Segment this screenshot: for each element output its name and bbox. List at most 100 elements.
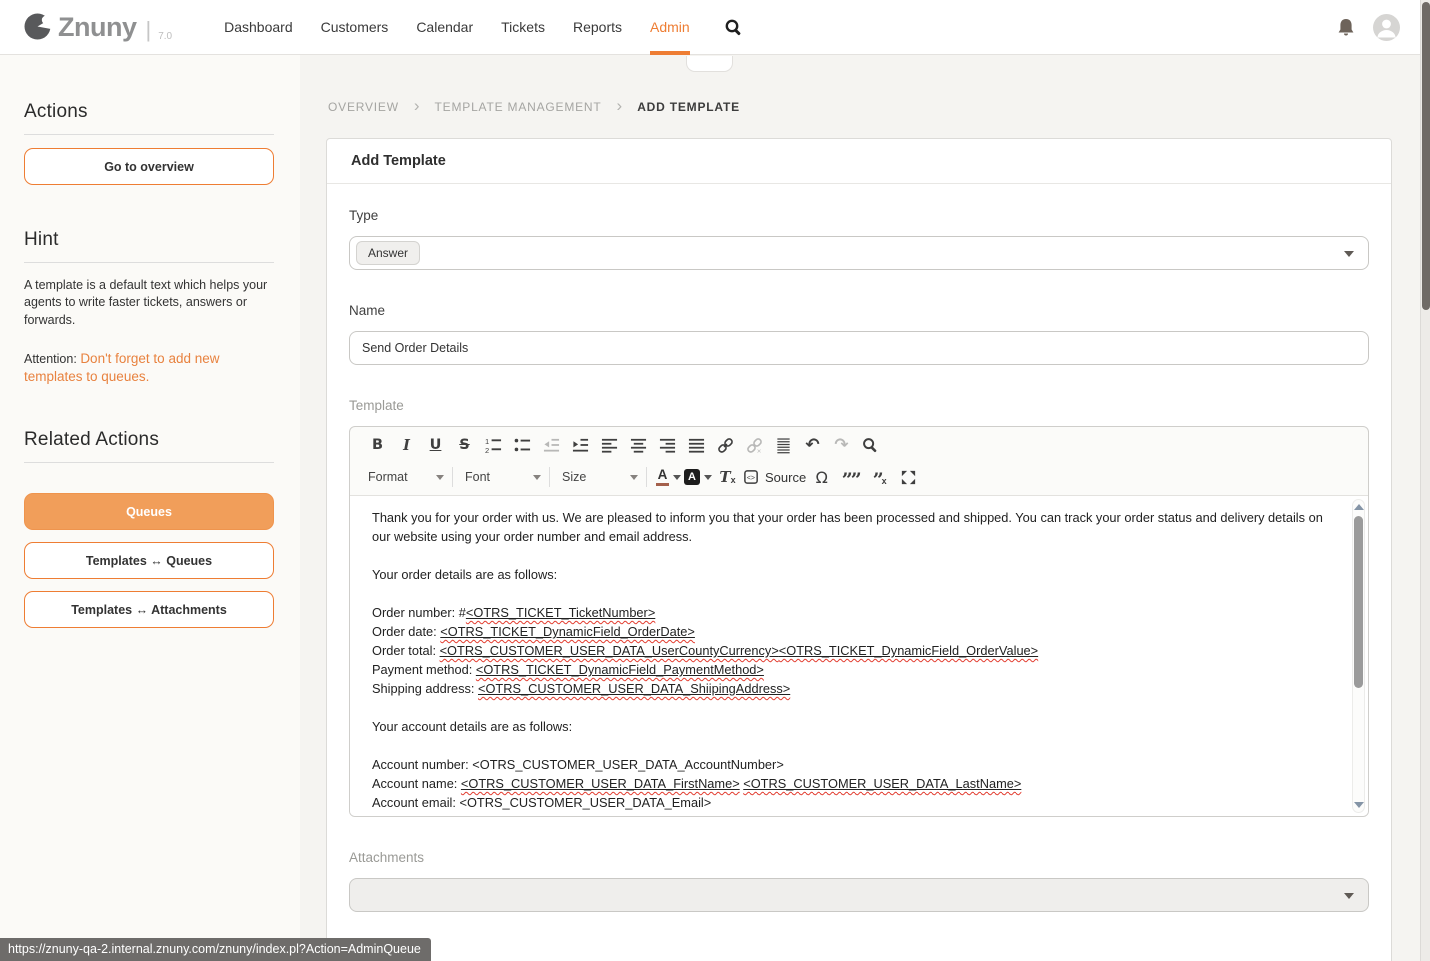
go-to-overview-button[interactable]: Go to overview: [24, 148, 274, 185]
underline-button[interactable]: U: [422, 432, 449, 458]
actions-title: Actions: [24, 101, 274, 123]
divider: [24, 262, 274, 263]
nav-item-calendar[interactable]: Calendar: [416, 0, 473, 55]
unlink-button: ×: [741, 432, 768, 458]
app-logo[interactable]: Znuny | 7.0: [24, 13, 172, 41]
queues-button[interactable]: Queues: [24, 493, 274, 530]
unlink-icon: ×: [746, 437, 763, 454]
otrs-tag: <OTRS_CUSTOMER_USER_DATA_FirstName>: [461, 776, 740, 791]
numbered-list-icon: 12: [485, 437, 502, 454]
background-color-button[interactable]: A: [684, 464, 712, 490]
svg-text:2: 2: [485, 446, 489, 454]
indent-button[interactable]: [567, 432, 594, 458]
templates-attachments-button[interactable]: Templates ↔ Attachments: [24, 591, 274, 628]
find-button[interactable]: [857, 432, 884, 458]
italic-button[interactable]: I: [393, 432, 420, 458]
find-icon: [862, 437, 879, 454]
breadcrumb-separator-icon: ›: [617, 97, 623, 114]
editor-text: Thank you for your order with us. We are…: [350, 496, 1368, 816]
font-dropdown[interactable]: Font: [461, 464, 547, 490]
undo-button[interactable]: ↶: [799, 432, 826, 458]
source-button[interactable]: <>Source: [743, 464, 806, 490]
link-button[interactable]: [712, 432, 739, 458]
nav-item-admin[interactable]: Admin: [650, 0, 690, 55]
status-url-tooltip: https://znuny-qa-2.internal.znuny.com/zn…: [0, 938, 431, 961]
align-justify-button[interactable]: [683, 432, 710, 458]
notifications-button[interactable]: [1336, 17, 1356, 38]
nav-item-tickets[interactable]: Tickets: [501, 0, 545, 55]
size-dropdown[interactable]: Size: [558, 464, 644, 490]
card-body: Type Answer Name Template BIUS12×↶↷ Form…: [327, 184, 1391, 961]
maximize-button[interactable]: [895, 464, 922, 490]
format-dropdown-label: Format: [368, 470, 408, 484]
breadcrumb-separator-icon: ›: [414, 97, 420, 114]
svg-text:<>: <>: [747, 474, 755, 482]
align-justify-icon: [688, 437, 705, 454]
align-center-icon: [630, 437, 647, 454]
editor-toolbar-row-2: FormatFontSizeAATx<>SourceΩ”””x: [350, 461, 1368, 495]
bold-button[interactable]: B: [364, 432, 391, 458]
attachments-select[interactable]: [349, 878, 1369, 912]
search-button[interactable]: [724, 18, 743, 37]
otrs-tag: <OTRS_CUSTOMER_USER_DATA_LastName>: [743, 776, 1021, 791]
remove-quote-button[interactable]: ”x: [866, 464, 893, 490]
breadcrumb-item-template-management[interactable]: TEMPLATE MANAGEMENT: [435, 100, 602, 114]
editor-scrollbar-thumb[interactable]: [1354, 516, 1363, 688]
otrs-tag: <OTRS_TICKET_DynamicField_PaymentMethod>: [476, 662, 764, 677]
otrs-tag: <OTRS_TICKET_DynamicField_OrderValue>: [779, 643, 1038, 658]
scroll-up-icon[interactable]: [1354, 504, 1364, 510]
type-select[interactable]: Answer: [349, 236, 1369, 270]
toolbar-separator: [549, 467, 550, 487]
align-center-button[interactable]: [625, 432, 652, 458]
templates-queues-button[interactable]: Templates ↔ Queues: [24, 542, 274, 579]
insert-quote-button[interactable]: ””: [837, 464, 864, 490]
chevron-down-icon: [1344, 251, 1354, 257]
numbered-list-button[interactable]: 12: [480, 432, 507, 458]
align-right-icon: [659, 437, 676, 454]
top-nav: Znuny | 7.0 Dashboard Customers Calendar Ti…: [0, 0, 1430, 55]
hint-text: A template is a default text which helps…: [24, 277, 274, 329]
align-left-button[interactable]: [596, 432, 623, 458]
nav-item-dashboard[interactable]: Dashboard: [224, 0, 293, 55]
page-scrollbar-thumb[interactable]: [1422, 2, 1430, 310]
outdent-icon: [543, 437, 560, 454]
brand-version: 7.0: [158, 32, 172, 42]
remove-format-button[interactable]: Tx: [714, 464, 741, 490]
chevron-down-icon: [533, 475, 541, 480]
scroll-down-icon[interactable]: [1354, 802, 1364, 808]
special-character-button[interactable]: Ω: [808, 464, 835, 490]
bulleted-list-button[interactable]: [509, 432, 536, 458]
breadcrumb-item-add-template: ADD TEMPLATE: [637, 100, 740, 114]
editor-content-area[interactable]: Thank you for your order with us. We are…: [350, 495, 1368, 816]
strikethrough-button[interactable]: S: [451, 432, 478, 458]
horizontal-rule-icon: [775, 437, 792, 454]
remove-quote-icon: ”: [873, 469, 882, 491]
avatar-icon: [1373, 14, 1400, 41]
chevron-down-icon: [436, 475, 444, 480]
editor-scrollbar[interactable]: [1352, 499, 1365, 813]
divider: [24, 134, 274, 135]
page-scrollbar[interactable]: [1420, 0, 1430, 961]
indent-icon: [572, 437, 589, 454]
avatar[interactable]: [1373, 14, 1400, 41]
strikethrough-icon: S: [459, 437, 469, 453]
horizontal-rule-button[interactable]: [770, 432, 797, 458]
attention-label: Attention:: [24, 352, 77, 366]
type-selected-value: Answer: [356, 241, 420, 265]
nav-item-customers[interactable]: Customers: [321, 0, 389, 55]
toolbar-toggle-button[interactable]: [686, 56, 733, 72]
divider: [24, 462, 274, 463]
breadcrumb-item-overview[interactable]: OVERVIEW: [328, 100, 399, 114]
hint-attention: Attention: Don't forget to add new templ…: [24, 350, 274, 387]
bold-icon: B: [372, 437, 383, 453]
otrs-tag: <OTRS_TICKET_TicketNumber>: [466, 605, 655, 620]
sidebar: Actions Go to overview Hint A template i…: [0, 55, 300, 961]
format-dropdown[interactable]: Format: [364, 464, 450, 490]
source-icon: <>: [743, 469, 760, 486]
redo-button: ↷: [828, 432, 855, 458]
nav-item-reports[interactable]: Reports: [573, 0, 622, 55]
name-input[interactable]: [349, 331, 1369, 365]
add-template-card: Add Template Type Answer Name Template B…: [326, 138, 1392, 961]
text-color-button[interactable]: A: [655, 464, 682, 490]
align-right-button[interactable]: [654, 432, 681, 458]
